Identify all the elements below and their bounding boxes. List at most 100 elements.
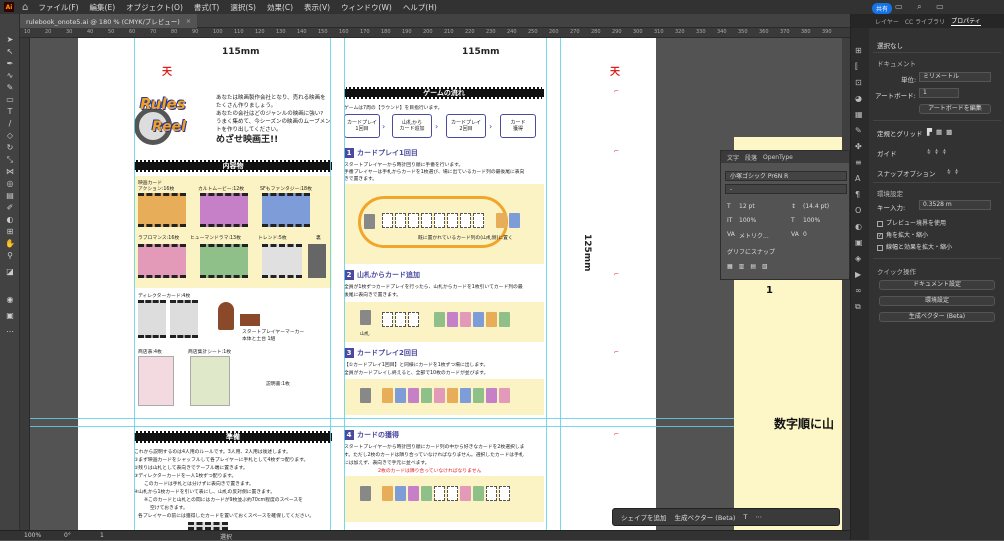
vertical-scrollbar[interactable] xyxy=(842,38,850,530)
opentype-icon[interactable]: O xyxy=(855,206,861,215)
artboard-tool-icon[interactable]: ⊞ xyxy=(0,226,20,238)
draw-mode-icon[interactable]: ◉ xyxy=(0,294,20,306)
scale-corners-checkbox[interactable]: ✓ 角を拡大・縮小 xyxy=(877,230,928,239)
menu-help[interactable]: ヘルプ(H) xyxy=(403,2,437,13)
generative-vector-button[interactable]: 生成ベクター (Beta) xyxy=(879,312,995,322)
menu-window[interactable]: ウィンドウ(W) xyxy=(341,2,392,13)
gradient-tool-icon[interactable]: ▤ xyxy=(0,190,20,202)
play-icon[interactable]: ▶ xyxy=(855,270,861,279)
align-icon[interactable]: ⫿ xyxy=(855,62,858,72)
menu-file[interactable]: ファイル(F) xyxy=(38,2,78,13)
tab-properties[interactable]: プロパティ xyxy=(951,16,981,26)
card-slot xyxy=(382,213,393,228)
fill-stroke-icon[interactable]: ◪ xyxy=(0,266,20,278)
shape-builder-icon[interactable]: ◎ xyxy=(0,178,20,190)
deck-card xyxy=(364,214,375,229)
preview-bounds-checkbox[interactable]: プレビュー境界を使用 xyxy=(877,218,946,227)
font-family-select[interactable]: 小塚ゴシック Pr6N R xyxy=(725,171,847,181)
tab-character[interactable]: 文字 xyxy=(727,153,739,162)
kerning-field[interactable]: メトリク... xyxy=(739,231,769,240)
more-options-icon[interactable]: ⋯ xyxy=(755,513,762,521)
eyedropper-tool-icon[interactable]: ✐ xyxy=(0,202,20,214)
color-icon[interactable]: ◕ xyxy=(855,94,862,103)
brush-icon[interactable]: ✎ xyxy=(855,126,862,135)
artboard-select[interactable]: 1 xyxy=(919,88,959,98)
leading-field[interactable]: (14.4 pt) xyxy=(803,203,829,210)
hand-tool-icon[interactable]: ✋ xyxy=(0,238,20,250)
zoom-level[interactable]: 100% xyxy=(24,532,41,539)
tab-cc-libraries[interactable]: CC ライブラリ xyxy=(905,17,945,26)
rectangle-tool-icon[interactable]: ▭ xyxy=(0,94,20,106)
close-icon[interactable]: × xyxy=(186,17,191,25)
menu-type[interactable]: 書式(T) xyxy=(194,2,219,13)
pathfinder-icon[interactable]: ◈ xyxy=(855,254,861,263)
tracking-field[interactable]: 0 xyxy=(803,231,807,238)
line-tool-icon[interactable]: / xyxy=(0,118,20,130)
links-icon[interactable]: ∞ xyxy=(855,286,862,295)
more-tools-icon[interactable]: ⋯ xyxy=(0,326,20,338)
guide-toggles-icon[interactable]: ⫩⫩⫩ xyxy=(927,148,950,157)
stroke-icon[interactable]: ≡ xyxy=(855,158,862,167)
generate-vector-button[interactable]: 生成ベクター (Beta) xyxy=(675,512,736,522)
pen-tool-icon[interactable]: ✒ xyxy=(0,58,20,70)
preparation-heading: 準備 xyxy=(134,431,332,443)
menu-effect[interactable]: 効果(C) xyxy=(267,2,293,13)
graphic-styles-icon[interactable]: ▣ xyxy=(855,238,863,247)
screen-mode-icon[interactable]: ▣ xyxy=(0,310,20,322)
type-panel-icon[interactable]: A xyxy=(855,174,860,183)
type-icon[interactable]: T xyxy=(743,513,747,521)
scale-strokes-checkbox[interactable]: 線幅と効果を拡大・縮小 xyxy=(877,242,952,251)
edit-artboard-button[interactable]: アートボードを編集 xyxy=(919,104,991,114)
tab-opentype[interactable]: OpenType xyxy=(763,154,793,161)
ruler-grid-toggles-icon[interactable]: ▛▦▩ xyxy=(927,128,956,136)
blend-tool-icon[interactable]: ◐ xyxy=(0,214,20,226)
menu-object[interactable]: オブジェクト(O) xyxy=(126,2,183,13)
menu-select[interactable]: 選択(S) xyxy=(230,2,256,13)
rotation-angle[interactable]: 0° xyxy=(64,532,71,539)
share-button[interactable]: 共有 xyxy=(872,3,893,14)
window-controls-icon[interactable]: ▭ ⌕ ▭ xyxy=(895,2,950,12)
artboard[interactable]: 115mm 115mm 天 天 Rules Reel あなたは映画製作会社となり… xyxy=(78,38,656,530)
type-tool-icon[interactable]: T xyxy=(0,106,20,118)
document-tab[interactable]: rulebook_onote5.ai @ 180 % (CMYK/プレビュー) … xyxy=(20,14,198,28)
font-size-field[interactable]: 12 pt xyxy=(739,203,755,210)
vertical-scale-field[interactable]: 100% xyxy=(739,217,756,224)
zoom-tool-icon[interactable]: ⚲ xyxy=(0,250,20,262)
direct-selection-tool-icon[interactable]: ↖ xyxy=(0,46,20,58)
ruler-tick: 120 xyxy=(255,29,265,35)
preferences-button[interactable]: 環境設定 xyxy=(879,296,995,306)
ruler-tick: 370 xyxy=(780,29,790,35)
selection-tool-icon[interactable]: ➤ xyxy=(0,34,20,46)
genre-cult: カルトムービー:12枚 xyxy=(198,187,245,192)
snap-toggles-icon[interactable]: ⫩⫩ xyxy=(947,168,962,177)
document-setup-button[interactable]: ドキュメント設定 xyxy=(879,280,995,290)
rotate-tool-icon[interactable]: ↻ xyxy=(0,142,20,154)
key-increment-field[interactable]: 0.3528 m xyxy=(919,200,991,210)
artboard-navigator[interactable]: 1 xyxy=(100,532,104,539)
paragraph-panel-icon[interactable]: ¶ xyxy=(855,190,860,199)
curvature-tool-icon[interactable]: ∿ xyxy=(0,70,20,82)
add-shape-button[interactable]: シェイプを追加 xyxy=(621,512,667,522)
font-style-select[interactable]: - xyxy=(725,184,847,194)
glyph-snap-icons[interactable]: ▦▥▤▧ xyxy=(727,263,774,270)
horizontal-scale-field[interactable]: 100% xyxy=(803,217,820,224)
guide-line xyxy=(546,38,547,530)
menu-view[interactable]: 表示(V) xyxy=(304,2,330,13)
appearance-icon[interactable]: ◐ xyxy=(855,222,862,231)
canvas[interactable]: 115mm 115mm 天 天 Rules Reel あなたは映画製作会社となり… xyxy=(30,38,850,530)
tab-paragraph[interactable]: 段落 xyxy=(745,153,757,162)
scale-tool-icon[interactable]: ⤡ xyxy=(0,154,20,166)
swatches-icon[interactable]: ▦ xyxy=(855,110,863,119)
eraser-tool-icon[interactable]: ◇ xyxy=(0,130,20,142)
width-tool-icon[interactable]: ⋈ xyxy=(0,166,20,178)
artboards-icon[interactable]: ⧉ xyxy=(855,302,861,312)
home-icon[interactable]: ⌂ xyxy=(22,2,28,13)
unit-select[interactable]: ミリメートル xyxy=(919,72,991,82)
tab-layers[interactable]: レイヤー xyxy=(875,17,899,26)
transform-icon[interactable]: ⊡ xyxy=(855,78,862,87)
brush-tool-icon[interactable]: ✎ xyxy=(0,82,20,94)
card-romance-image xyxy=(138,244,186,278)
menu-edit[interactable]: 編集(E) xyxy=(90,2,116,13)
symbols-icon[interactable]: ✤ xyxy=(855,142,862,151)
grid-icon[interactable]: ⊞ xyxy=(855,46,862,55)
